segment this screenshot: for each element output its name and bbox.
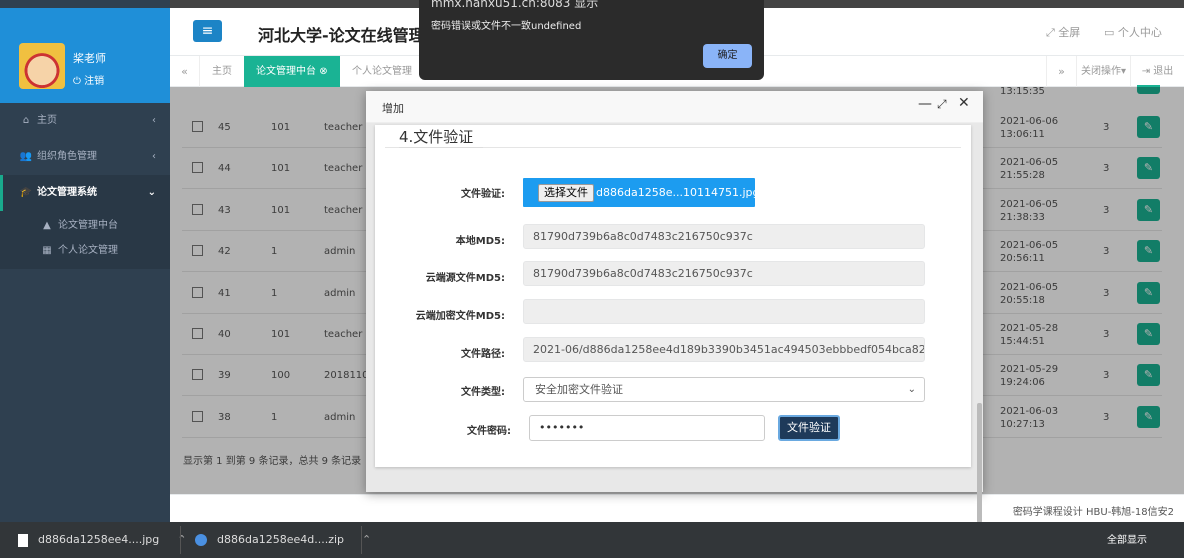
sidebar-item-label: 组织角色管理 <box>37 151 97 162</box>
avatar[interactable] <box>19 43 65 89</box>
caret-down-icon: ▾ <box>1120 66 1127 77</box>
sidebar-submenu: ▲ 论文管理中台 ▦ 个人论文管理 <box>0 211 170 269</box>
show-all-downloads-button[interactable]: 全部显示 <box>1093 530 1161 552</box>
alert-message: 密码错误或文件不一致undefined <box>431 21 582 32</box>
double-chevron-left-icon: « <box>181 65 188 78</box>
file-password-label: 文件密码: <box>467 426 511 437</box>
group-icon: 👥 <box>19 151 33 162</box>
chevron-left-icon: ‹ <box>152 151 156 162</box>
modal-body: 4.文件验证 文件验证: 选择文件 d886da1258e...10114751… <box>366 123 983 523</box>
system-title: 河北大学-论文在线管理 <box>258 26 425 45</box>
sidebar-nav: ⌂ 主页 ‹ 👥 组织角色管理 ‹ 🎓 论文管理系统 ⌄ ▲ 论文管理中台 ▦ 个人论文管… <box>0 103 170 269</box>
fullscreen-label: 全屏 <box>1058 26 1081 39</box>
download-filename: d886da1258ee4....jpg <box>38 533 160 546</box>
tab-home[interactable]: 主页 <box>200 56 244 87</box>
local-md5-label: 本地MD5: <box>455 236 505 247</box>
sidebar-item-paper-system[interactable]: 🎓 论文管理系统 ⌄ <box>0 175 170 211</box>
verify-panel: 4.文件验证 文件验证: 选择文件 d886da1258e...10114751… <box>375 125 971 467</box>
menu-toggle-button[interactable]: ≡ <box>193 20 222 42</box>
close-operations-dropdown[interactable]: 关闭操作▾ <box>1076 56 1130 87</box>
alert-ok-button[interactable]: 确定 <box>703 44 752 68</box>
sidebar-item-home[interactable]: ⌂ 主页 ‹ <box>0 103 170 139</box>
id-card-icon: ▭ <box>1104 26 1118 39</box>
sidebar: 桨老师 ⏻ 注销 ⌂ 主页 ‹ 👥 组织角色管理 ‹ 🎓 论文管理系统 ⌄ ▲ 论文管理… <box>0 0 170 522</box>
tab-paper-center[interactable]: 论文管理中台 ⊗ <box>244 56 340 87</box>
download-bar: d886da1258ee4....jpg ⌃ d886da1258ee4d....… <box>0 522 1184 558</box>
chevron-up-icon[interactable]: ⌃ <box>362 533 371 546</box>
close-circle-icon[interactable]: ⊗ <box>319 66 327 77</box>
profile-panel: 桨老师 ⏻ 注销 <box>0 8 170 103</box>
download-separator <box>180 526 181 554</box>
modal-header: 增加 — ⤢ ✕ <box>366 91 983 123</box>
file-picker[interactable]: 选择文件 d886da1258e...10114751.jpg <box>523 178 759 207</box>
exit-button[interactable]: ⇥ 退出 <box>1130 56 1184 87</box>
cloud-md5-field: 81790d739b6a8c0d7483c216750c937c <box>523 261 925 286</box>
file-verify-label: 文件验证: <box>461 189 505 200</box>
tab-personal-papers[interactable]: 个人论文管理 <box>340 56 424 87</box>
download-filename: d886da1258ee4d....zip <box>217 533 345 546</box>
cloud-md5-label: 云端源文件MD5: <box>425 273 505 284</box>
sign-out-icon: ⇥ <box>1141 66 1154 77</box>
footer-text: 密码学课程设计 HBU-韩旭-18信安2 <box>1012 507 1174 518</box>
cloud-enc-md5-field <box>523 299 925 324</box>
file-type-value: 安全加密文件验证 <box>535 383 623 396</box>
file-path-field: 2021-06/d886da1258ee4d189b3390b3451ac494… <box>523 337 925 362</box>
chevron-left-icon: ‹ <box>152 115 156 126</box>
sidebar-subitem-paper-center[interactable]: ▲ 论文管理中台 <box>0 213 170 238</box>
download-item-jpg[interactable]: d886da1258ee4....jpg ⌃ <box>18 522 186 558</box>
tab-scroll-right-button[interactable]: » <box>1046 56 1076 87</box>
tab-scroll-left-button[interactable]: « <box>170 56 200 87</box>
user-center-button[interactable]: ▭ 个人中心 <box>1104 24 1162 40</box>
verify-file-button[interactable]: 文件验证 <box>778 415 840 441</box>
logout-link[interactable]: ⏻ 注销 <box>73 72 104 87</box>
alert-title: mmx.hanxu51.cn:8083 显示 <box>431 0 599 10</box>
modal-title: 增加 <box>382 102 404 115</box>
graduation-cap-icon: 🎓 <box>19 187 33 198</box>
calendar-icon: ▦ <box>42 245 52 256</box>
logout-icon: ⏻ <box>73 76 85 87</box>
chevron-down-icon: ⌄ <box>147 187 156 198</box>
exit-label: 退出 <box>1153 66 1174 77</box>
double-chevron-right-icon: » <box>1058 65 1065 78</box>
cloud-enc-md5-label: 云端加密文件MD5: <box>415 311 505 322</box>
download-item-zip[interactable]: d886da1258ee4d....zip ⌃ <box>195 522 371 558</box>
section-title: 4.文件验证 <box>399 126 484 148</box>
file-password-input[interactable]: ••••••• <box>529 415 765 441</box>
add-modal: 增加 — ⤢ ✕ 4.文件验证 文件验证: 选择文件 d886da1258e..… <box>366 91 983 523</box>
sidebar-item-label: 主页 <box>37 115 57 126</box>
browser-alert-dialog: mmx.hanxu51.cn:8083 显示 密码错误或文件不一致undefin… <box>419 0 764 80</box>
close-ops-label: 关闭操作 <box>1080 66 1121 77</box>
hamburger-icon: ≡ <box>201 23 214 39</box>
sidebar-item-org-roles[interactable]: 👥 组织角色管理 ‹ <box>0 139 170 175</box>
user-center-label: 个人中心 <box>1117 26 1162 39</box>
file-path-label: 文件路径: <box>461 349 505 360</box>
logout-label: 注销 <box>84 76 105 87</box>
file-icon <box>18 533 28 547</box>
user-name: 桨老师 <box>73 52 106 65</box>
choose-file-button[interactable]: 选择文件 <box>538 184 594 202</box>
chevron-up-icon[interactable]: ⌃ <box>177 533 186 546</box>
file-type-select[interactable]: 安全加密文件验证 ⌄ <box>523 377 925 402</box>
sidebar-subitem-personal-papers[interactable]: ▦ 个人论文管理 <box>0 238 170 263</box>
area-chart-icon: ▲ <box>43 220 51 231</box>
home-icon: ⌂ <box>22 115 30 126</box>
sidebar-subitem-label: 论文管理中台 <box>58 220 118 231</box>
tab-label: 论文管理中台 <box>256 66 316 77</box>
expand-icon: ⤢ <box>1046 26 1059 39</box>
maximize-icon[interactable]: ⤢ <box>937 97 947 112</box>
chevron-down-icon: ⌄ <box>907 384 916 395</box>
sidebar-subitem-label: 个人论文管理 <box>58 245 118 256</box>
local-md5-field: 81790d739b6a8c0d7483c216750c937c <box>523 224 925 249</box>
close-icon[interactable]: ✕ <box>958 95 970 111</box>
minimize-icon[interactable]: — <box>918 96 932 112</box>
fullscreen-button[interactable]: ⤢ 全屏 <box>1046 24 1080 40</box>
sidebar-item-label: 论文管理系统 <box>37 187 97 198</box>
archive-icon <box>195 534 207 546</box>
footer: 密码学课程设计 HBU-韩旭-18信安2 <box>170 494 1184 522</box>
file-type-label: 文件类型: <box>461 387 505 398</box>
download-separator <box>361 526 362 554</box>
modal-scrollbar[interactable] <box>977 403 982 523</box>
selected-file-name: d886da1258e...10114751.jpg <box>596 186 760 199</box>
